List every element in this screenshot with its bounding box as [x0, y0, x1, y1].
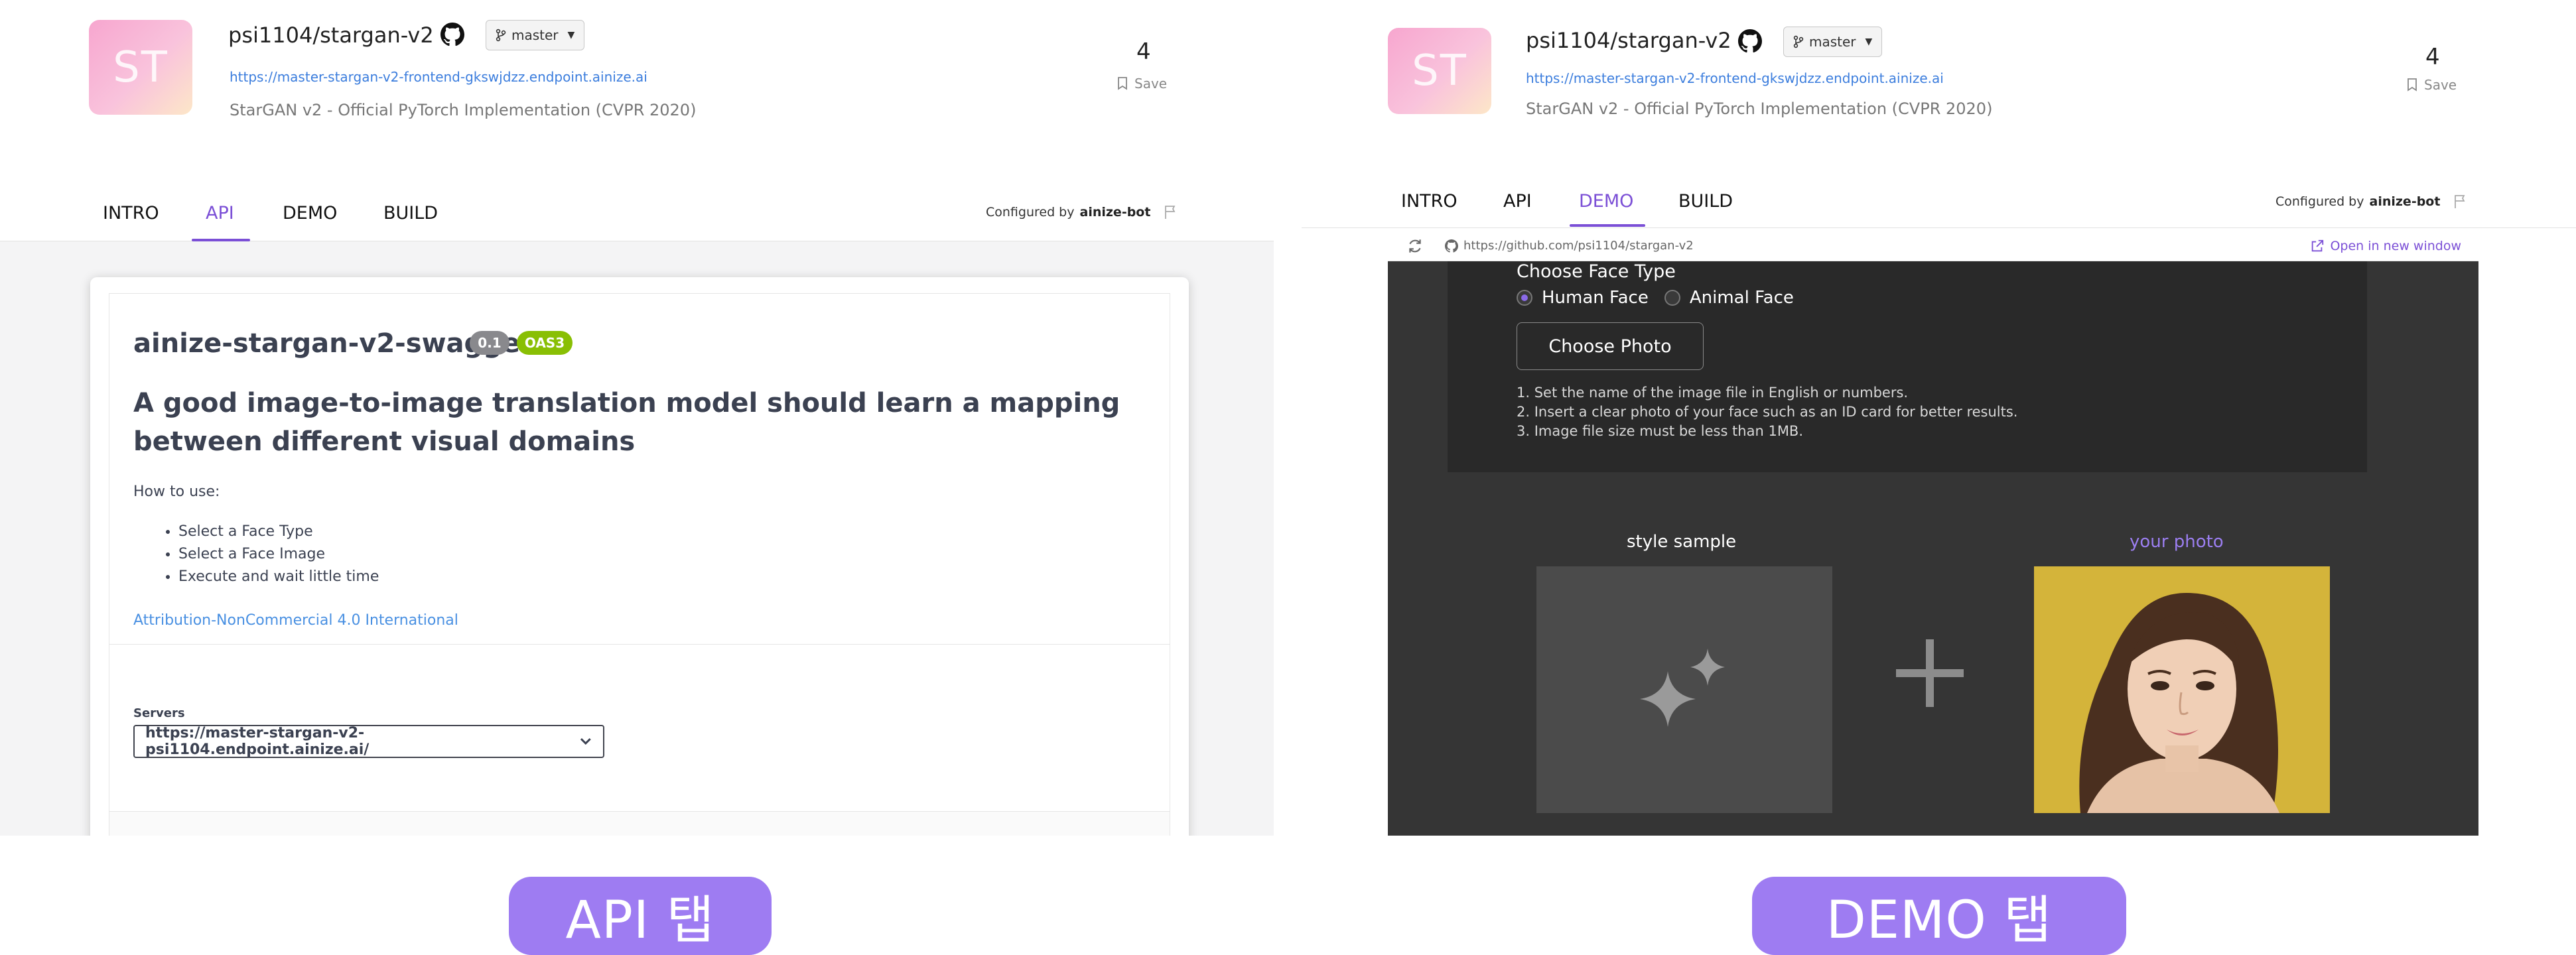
tab-intro[interactable]: INTRO — [1401, 191, 1457, 212]
bookmark-icon — [1118, 77, 1127, 90]
save-button[interactable]: Save — [2407, 77, 2457, 93]
configured-by: Configured by ainize-bot — [2275, 194, 2468, 210]
list-item: Select a Face Image — [178, 543, 379, 566]
branch-selector[interactable]: master ▼ — [1783, 27, 1883, 57]
github-icon — [1445, 239, 1458, 253]
save-label: Save — [1134, 76, 1168, 92]
tab-intro[interactable]: INTRO — [103, 203, 159, 223]
api-tab-caption: API 탭 — [509, 877, 772, 955]
face-type-heading: Choose Face Type — [1517, 261, 1676, 282]
repo-name[interactable]: psi1104/stargan-v2 — [1526, 28, 1731, 53]
version-badge: 0.1 — [470, 331, 509, 355]
flag-icon[interactable] — [2452, 194, 2468, 210]
upload-rules: 1. Set the name of the image file in Eng… — [1517, 383, 2017, 441]
swagger-info-section: ainize-stargan-v2-swagger 0.1 OAS3 A goo… — [109, 293, 1170, 836]
swagger-card: ainize-stargan-v2-swagger 0.1 OAS3 A goo… — [90, 277, 1189, 836]
branch-label: master — [511, 27, 559, 43]
flag-icon[interactable] — [1162, 204, 1178, 220]
active-tab-indicator — [1570, 224, 1645, 227]
chevron-down-icon: ▼ — [1865, 36, 1873, 47]
bookmark-icon — [2407, 78, 2417, 92]
tab-bar: INTRO API DEMO BUILD Configured by ainiz… — [1302, 174, 2576, 228]
tab-build[interactable]: BUILD — [383, 203, 438, 223]
endpoint-link[interactable]: https://master-stargan-v2-frontend-gkswj… — [230, 69, 647, 85]
chevron-down-icon: ▼ — [567, 30, 575, 40]
animal-face-radio[interactable] — [1664, 290, 1680, 306]
style-sample-label: style sample — [1627, 532, 1737, 552]
swagger-operations-area — [109, 811, 1170, 836]
github-icon[interactable] — [1738, 29, 1762, 53]
frame-url-text[interactable]: https://github.com/psi1104/stargan-v2 — [1463, 239, 1694, 253]
repo-logo: ST — [89, 20, 192, 115]
divider — [109, 644, 1170, 645]
tab-demo[interactable]: DEMO — [1579, 191, 1633, 212]
embedded-frame-bar: https://github.com/psi1104/stargan-v2 Op… — [1388, 231, 2478, 261]
style-sample-box[interactable] — [1536, 566, 1832, 813]
rule-item: 1. Set the name of the image file in Eng… — [1517, 385, 1909, 401]
servers-label: Servers — [133, 706, 185, 720]
endpoint-link[interactable]: https://master-stargan-v2-frontend-gkswj… — [1526, 70, 1944, 86]
sparkle-icon — [1640, 649, 1725, 727]
tab-bar: INTRO API DEMO BUILD Configured by ainiz… — [0, 184, 1274, 241]
chevron-down-icon — [580, 738, 592, 745]
license-link[interactable]: Attribution-NonCommercial 4.0 Internatio… — [133, 612, 458, 629]
configured-prefix: Configured by — [2275, 194, 2364, 209]
how-to-steps: Select a Face Type Select a Face Image E… — [178, 521, 379, 588]
demo-tab-panel: ST psi1104/stargan-v2 master ▼ https://m… — [1302, 0, 2576, 836]
save-count: 4 — [1136, 38, 1151, 65]
open-new-window-link[interactable]: Open in new window — [2310, 239, 2461, 253]
choose-photo-button[interactable]: Choose Photo — [1517, 322, 1704, 370]
branch-label: master — [1809, 34, 1856, 50]
configured-user[interactable]: ainize-bot — [2370, 194, 2441, 209]
plus-icon — [1896, 639, 1964, 707]
demo-app: Choose Face Type Human Face Animal Face … — [1388, 261, 2478, 836]
branch-selector[interactable]: master ▼ — [486, 20, 585, 50]
portrait-image — [2034, 566, 2330, 813]
reload-icon[interactable] — [1406, 237, 1424, 255]
upload-section: Choose Face Type Human Face Animal Face … — [1448, 261, 2367, 472]
configured-by: Configured by ainize-bot — [986, 204, 1178, 220]
tab-api[interactable]: API — [1503, 191, 1532, 212]
tab-demo[interactable]: DEMO — [283, 203, 337, 223]
rule-item: 3. Image file size must be less than 1MB… — [1517, 423, 1804, 439]
animal-face-label[interactable]: Animal Face — [1690, 288, 1794, 308]
frame-url: https://github.com/psi1104/stargan-v2 — [1445, 239, 1694, 253]
human-face-radio[interactable] — [1517, 290, 1532, 306]
your-photo-image[interactable] — [2034, 566, 2330, 813]
github-icon[interactable] — [441, 23, 464, 46]
configured-prefix: Configured by — [986, 205, 1075, 220]
repo-description: StarGAN v2 - Official PyTorch Implementa… — [1526, 99, 1993, 118]
save-label: Save — [2424, 77, 2457, 93]
tab-build[interactable]: BUILD — [1678, 191, 1733, 212]
screenshot-canvas: ST psi1104/stargan-v2 master ▼ https://m… — [0, 0, 2576, 955]
tab-api[interactable]: API — [206, 203, 234, 223]
branch-icon — [1793, 35, 1804, 48]
save-button[interactable]: Save — [1117, 76, 1167, 92]
how-to-label: How to use: — [133, 483, 220, 500]
repo-description: StarGAN v2 - Official PyTorch Implementa… — [230, 101, 697, 119]
servers-select[interactable]: https://master-stargan-v2-psi1104.endpoi… — [133, 725, 604, 758]
api-tab-panel: ST psi1104/stargan-v2 master ▼ https://m… — [0, 0, 1274, 836]
rule-item: 2. Insert a clear photo of your face suc… — [1517, 404, 2018, 420]
open-new-window-label: Open in new window — [2330, 239, 2461, 253]
external-link-icon — [2312, 239, 2324, 252]
repo-logo: ST — [1388, 28, 1491, 114]
oas-badge: OAS3 — [517, 331, 573, 355]
face-type-options: Human Face Animal Face — [1517, 288, 1794, 308]
human-face-label[interactable]: Human Face — [1542, 288, 1649, 308]
list-item: Execute and wait little time — [178, 566, 379, 588]
configured-user[interactable]: ainize-bot — [1080, 205, 1151, 220]
repo-name[interactable]: psi1104/stargan-v2 — [228, 23, 434, 48]
list-item: Select a Face Type — [178, 521, 379, 543]
server-value: https://master-stargan-v2-psi1104.endpoi… — [145, 725, 370, 758]
your-photo-label: your photo — [2130, 532, 2224, 552]
swagger-headline: A good image-to-image translation model … — [133, 388, 1120, 457]
save-count: 4 — [2425, 44, 2440, 70]
demo-tab-caption: DEMO 탭 — [1752, 877, 2126, 955]
branch-icon — [496, 29, 506, 42]
